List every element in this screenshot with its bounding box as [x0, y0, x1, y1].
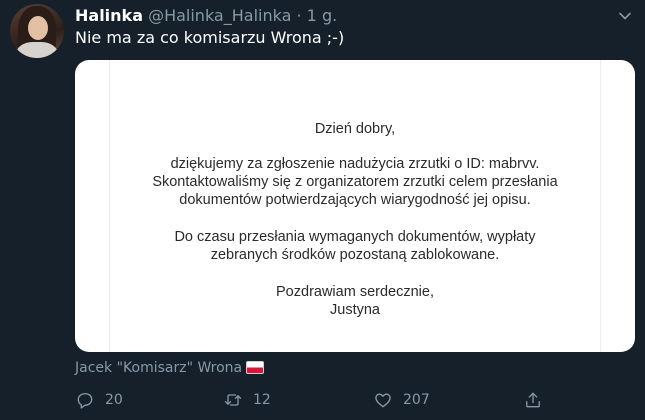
chevron-down-icon[interactable]	[617, 8, 633, 24]
document-line: Skontaktowaliśmy się z organizatorem zrz…	[152, 174, 558, 190]
tweet-media-image[interactable]: Dzień dobry, dziękujemy za zgłoszenie na…	[75, 60, 635, 352]
tweet-text: Nie ma za co komisarzu Wrona ;-)	[75, 28, 345, 47]
document-line: Do czasu przesłania wymaganych dokumentó…	[174, 229, 536, 245]
author-handle[interactable]: @Halinka_Halinka	[148, 6, 291, 25]
reply-button[interactable]: 20	[75, 388, 123, 412]
poland-flag-icon	[246, 361, 265, 374]
reply-icon	[77, 393, 93, 409]
retweet-count: 12	[253, 392, 271, 408]
retweet-button[interactable]: 12	[223, 388, 271, 412]
avatar-shirt	[16, 42, 58, 58]
tweet-actions: 20 12 207	[75, 388, 545, 412]
tweet-timestamp[interactable]: 1 g.	[307, 6, 338, 25]
share-icon	[526, 392, 540, 408]
avatar[interactable]	[10, 4, 64, 58]
document-line: dokumentów potwierdzających wiarygodność…	[179, 192, 531, 208]
document-line: zebranych środków pozostaną zablokowane.	[210, 247, 500, 263]
like-icon	[375, 393, 391, 408]
like-button[interactable]: 207	[373, 388, 430, 412]
tweet-header: Halinka @Halinka_Halinka · 1 g.	[75, 6, 605, 26]
author-name[interactable]: Halinka	[75, 6, 143, 25]
reply-count: 20	[105, 392, 123, 408]
like-count: 207	[403, 392, 430, 408]
document-line: Pozdrawiam serdecznie,	[276, 284, 434, 300]
tweet[interactable]: Halinka @Halinka_Halinka · 1 g. Nie ma z…	[0, 0, 645, 420]
media-tag[interactable]: Jacek "Komisarz" Wrona	[75, 360, 265, 376]
document-line: Dzień dobry,	[314, 121, 396, 137]
separator-dot: ·	[296, 6, 302, 25]
media-tag-label: Jacek "Komisarz" Wrona	[75, 360, 243, 376]
document-line: Justyna	[330, 302, 380, 318]
share-button[interactable]	[523, 388, 543, 412]
avatar-face	[28, 16, 48, 40]
retweet-icon	[224, 394, 242, 406]
document-line: dziękujemy za zgłoszenie nadużycia zrzut…	[170, 156, 540, 172]
